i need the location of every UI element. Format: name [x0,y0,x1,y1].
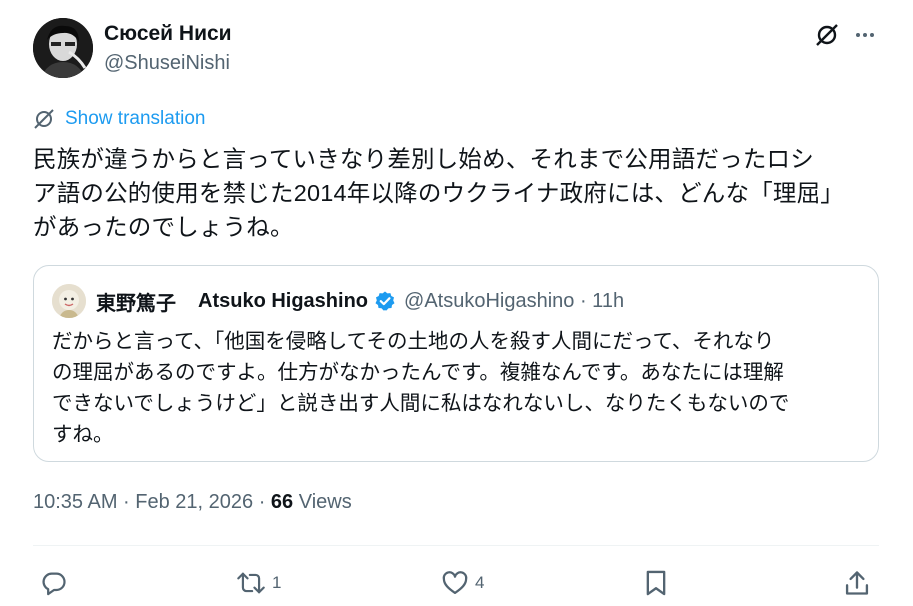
repost-count: 1 [272,573,282,592]
post-timestamp[interactable]: 10:35 AM · Feb 21, 2026 · [33,491,271,513]
quoted-author-avatar[interactable] [52,284,86,318]
author-name[interactable]: Сюсей Ниси [104,22,232,46]
quoted-author-name-en[interactable]: Atsuko Higashino [198,290,368,313]
quoted-text: だからと言って、「他国を侵略してその土地の人を殺す人間にだって、それなり の理屈… [52,326,867,450]
share-button[interactable] [844,566,870,600]
author-handle[interactable]: @ShuseiNishi [104,52,230,75]
post-line: があったのでしょうね。 [33,214,294,240]
reply-button[interactable] [40,566,68,600]
quoted-line: すね。 [52,423,114,446]
quoted-handle-time: @AtsukoHigashino · 11h [404,289,625,312]
reply-icon [40,569,68,597]
author-avatar[interactable] [33,18,93,78]
share-icon [844,569,870,597]
post-text: 民族が違うからと言っていきなり差別し始め、それまで公用語だったロシ ア語の公的使… [33,142,883,244]
quoted-line: だからと言って、「他国を侵略してその土地の人を殺す人間にだって、それなり [52,330,775,353]
verified-icon [374,290,396,312]
translate-icon [33,108,55,130]
quoted-line: の理屈があるのですよ。仕方がなかったんです。複雑なんです。あなたには理解 [52,361,784,384]
views-label: Views [293,491,352,513]
quoted-header: 東野篤子 Atsuko Higashino @AtsukoHigashino ·… [96,287,625,316]
more-icon[interactable] [848,18,882,52]
like-icon [441,569,469,597]
divider [33,545,879,546]
show-translation-label: Show translation [65,108,206,129]
like-count: 4 [475,573,485,592]
bookmark-icon [643,569,669,597]
repost-button[interactable]: 1 [236,566,281,600]
repost-icon [236,569,266,597]
quoted-post[interactable]: 東野篤子 Atsuko Higashino @AtsukoHigashino ·… [33,265,879,462]
grok-icon[interactable] [810,18,844,52]
post-meta: 10:35 AM · Feb 21, 2026 · 66 Views [33,491,352,514]
show-translation-link[interactable]: Show translation [33,106,205,132]
quoted-author-name-jp[interactable]: 東野篤子 [96,287,176,316]
quoted-line: できないでしょうけど」と説き出す人間に私はなれないし、なりたくもないので [52,392,790,415]
post-line: 民族が違うからと言っていきなり差別し始め、それまで公用語だったロシ [33,146,814,172]
post-line: ア語の公的使用を禁じた2014年以降のウクライナ政府には、どんな「理屈」 [33,180,845,206]
views-count: 66 [270,491,294,513]
bookmark-button[interactable] [643,566,669,600]
like-button[interactable]: 4 [441,566,484,600]
